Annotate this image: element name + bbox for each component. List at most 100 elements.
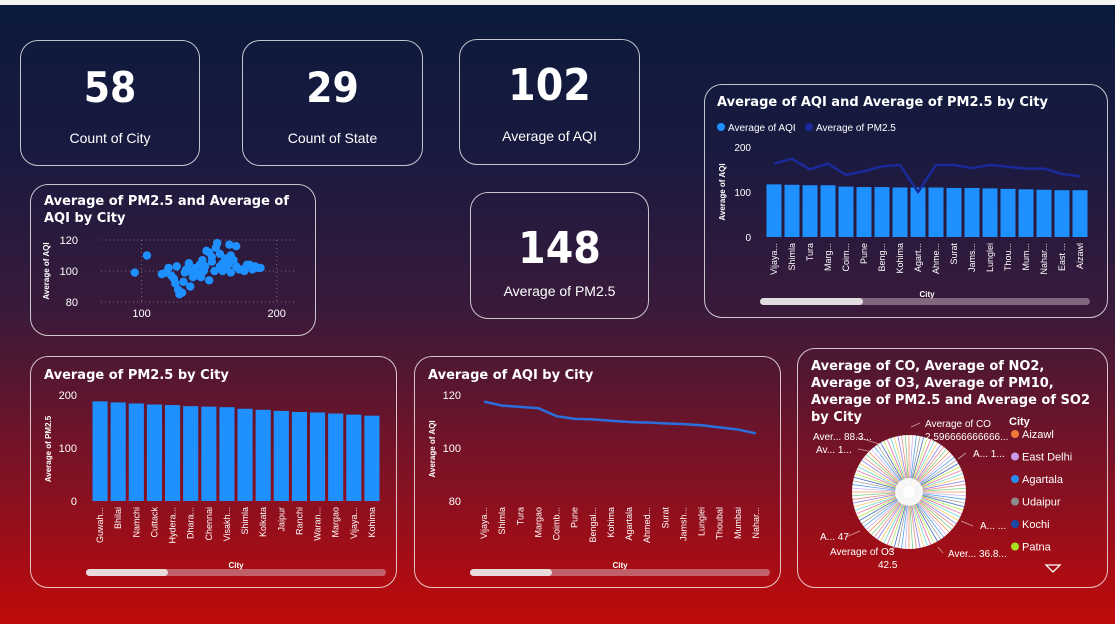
scatter-point	[196, 273, 206, 282]
y-tick-label: 80	[66, 297, 78, 309]
y-tick-label: 200	[734, 143, 751, 154]
pie-chart-card[interactable]: Average of CO, Average of NO2, Average o…	[797, 348, 1108, 588]
x-tick-label: Lunglei	[985, 243, 995, 272]
x-tick-label: East ...	[1057, 243, 1067, 271]
aqi-line-chart: 120 100 80 Average of AQI Vijaya... Shimla Tur…	[428, 390, 770, 576]
bar	[201, 406, 217, 501]
x-tick-label: Margao	[331, 507, 341, 538]
x-tick-label: Guwah...	[95, 507, 105, 543]
bar	[346, 414, 362, 501]
x-tick-label: Beng...	[877, 243, 887, 272]
x-tick-label: Ahmed...	[642, 507, 652, 543]
x-tick-label: Ahme...	[931, 243, 941, 274]
x-tick-label: Ranchi	[294, 507, 304, 535]
x-tick-label: Tura	[805, 243, 815, 261]
x-tick-label: Vijaya...	[769, 243, 779, 275]
scatter-point	[226, 268, 235, 277]
y-tick-label: 120	[443, 390, 461, 402]
kpi-label: Count of State	[287, 130, 378, 146]
x-tick-label: Nahar...	[1039, 243, 1049, 275]
y-tick-label: 200	[59, 390, 77, 402]
x-tick-label: Coim...	[841, 243, 851, 272]
y-axis-label: Average of AQI	[42, 242, 51, 299]
pie-label: Av... 1...	[816, 445, 852, 456]
scatter-point	[207, 257, 217, 266]
y-tick-label: 100	[443, 443, 461, 455]
x-axis-label: City	[228, 561, 244, 570]
bar	[910, 187, 926, 237]
kpi-card-avg-pm25[interactable]: 148 Average of PM2.5	[470, 192, 649, 319]
x-tick-label: Vijaya...	[479, 507, 489, 539]
x-tick-label: Nahar...	[751, 507, 761, 539]
pie-label-co-value: 2.596666666666...	[925, 432, 1008, 443]
x-tick-label: Cuttack	[149, 507, 159, 538]
scatter-point	[221, 254, 230, 263]
y-tick-label: 100	[60, 266, 78, 278]
top-strip	[0, 0, 1115, 5]
bar	[1054, 190, 1070, 237]
x-tick-label: Kolkata	[258, 507, 268, 537]
x-tick-label: Jaipur	[276, 507, 286, 532]
pm25-line	[773, 157, 1081, 195]
x-tick-label: Namchi	[131, 507, 141, 538]
x-tick-label: Thou...	[1003, 243, 1013, 271]
x-tick-label: Surat	[660, 507, 670, 529]
kpi-label: Count of City	[69, 130, 151, 146]
scatter-point	[204, 276, 214, 285]
x-tick-label: Waran...	[313, 507, 323, 541]
kpi-value: 102	[508, 60, 591, 111]
bar	[310, 412, 326, 501]
scatter-point	[177, 288, 187, 297]
scatter-point	[161, 268, 171, 277]
y-axis-label: Average of AQI	[428, 420, 437, 477]
scatter-point	[172, 262, 181, 271]
x-tick-label: Surat	[949, 243, 959, 265]
x-axis-label: City	[919, 290, 935, 299]
x-tick-label: Marg...	[823, 243, 833, 271]
bar	[766, 184, 782, 237]
legend-label-aqi: Average of AQI	[728, 123, 796, 134]
x-tick-label: Lunglei	[697, 507, 707, 536]
bar	[146, 404, 162, 501]
bar	[165, 405, 181, 501]
pm25-bar-chart: 200 100 0 Average of PM2.5 Guwah... Bhilai Nam…	[44, 390, 386, 576]
x-tick-label: Shimla	[497, 507, 507, 535]
kpi-card-avg-aqi[interactable]: 102 Average of AQI	[459, 39, 640, 165]
bar	[364, 415, 380, 501]
legend-marker	[1011, 430, 1019, 438]
scatter-plot: 120 100 80 100 200 Average of AQI	[42, 235, 297, 320]
bar	[946, 187, 962, 237]
pm25-bar-chart-card[interactable]: Average of PM2.5 by City 200 100 0 Average …	[30, 356, 397, 588]
kpi-card-count-city[interactable]: 58 Count of City	[20, 40, 200, 166]
x-tick-label: 200	[268, 308, 286, 320]
legend-marker	[1011, 497, 1019, 506]
scatter-point	[130, 268, 139, 277]
x-tick-label: Mumbai	[733, 507, 743, 539]
x-tick-label: Coimb...	[552, 507, 562, 541]
aqi-line-chart-card[interactable]: Average of AQI by City 120 100 80 Average o…	[414, 356, 781, 588]
bar	[219, 407, 235, 501]
combo-chart-card[interactable]: Average of AQI and Average of PM2.5 by C…	[704, 84, 1108, 318]
legend-marker	[1011, 520, 1019, 528]
x-tick-label: Aizawl	[1075, 243, 1085, 269]
kpi-card-count-state[interactable]: 29 Count of State	[242, 40, 423, 166]
bar	[874, 187, 890, 237]
x-tick-label: Tura	[515, 507, 525, 525]
legend-marker-aqi	[717, 123, 725, 131]
legend-label: East Delhi	[1022, 452, 1072, 464]
pie-label: A... 1...	[973, 449, 1005, 460]
legend-marker	[1011, 452, 1019, 461]
leader-line	[957, 452, 967, 460]
x-tick-label: Bengal...	[588, 507, 598, 543]
bar	[237, 408, 253, 501]
pie-label: A... ...	[980, 521, 1006, 532]
x-tick-label: Bhilai	[113, 507, 123, 529]
y-tick-label: 0	[71, 496, 77, 508]
x-tick-label: Pune	[859, 243, 869, 264]
x-tick-label: Kohima	[367, 507, 377, 538]
scatter-chart-card[interactable]: Average of PM2.5 and Average of AQI by C…	[30, 184, 316, 336]
bar	[892, 187, 908, 237]
kpi-value: 29	[306, 63, 359, 112]
pie-label-o3-value: 42.5	[878, 560, 898, 571]
pie-label-co-name: Average of CO	[925, 419, 991, 430]
